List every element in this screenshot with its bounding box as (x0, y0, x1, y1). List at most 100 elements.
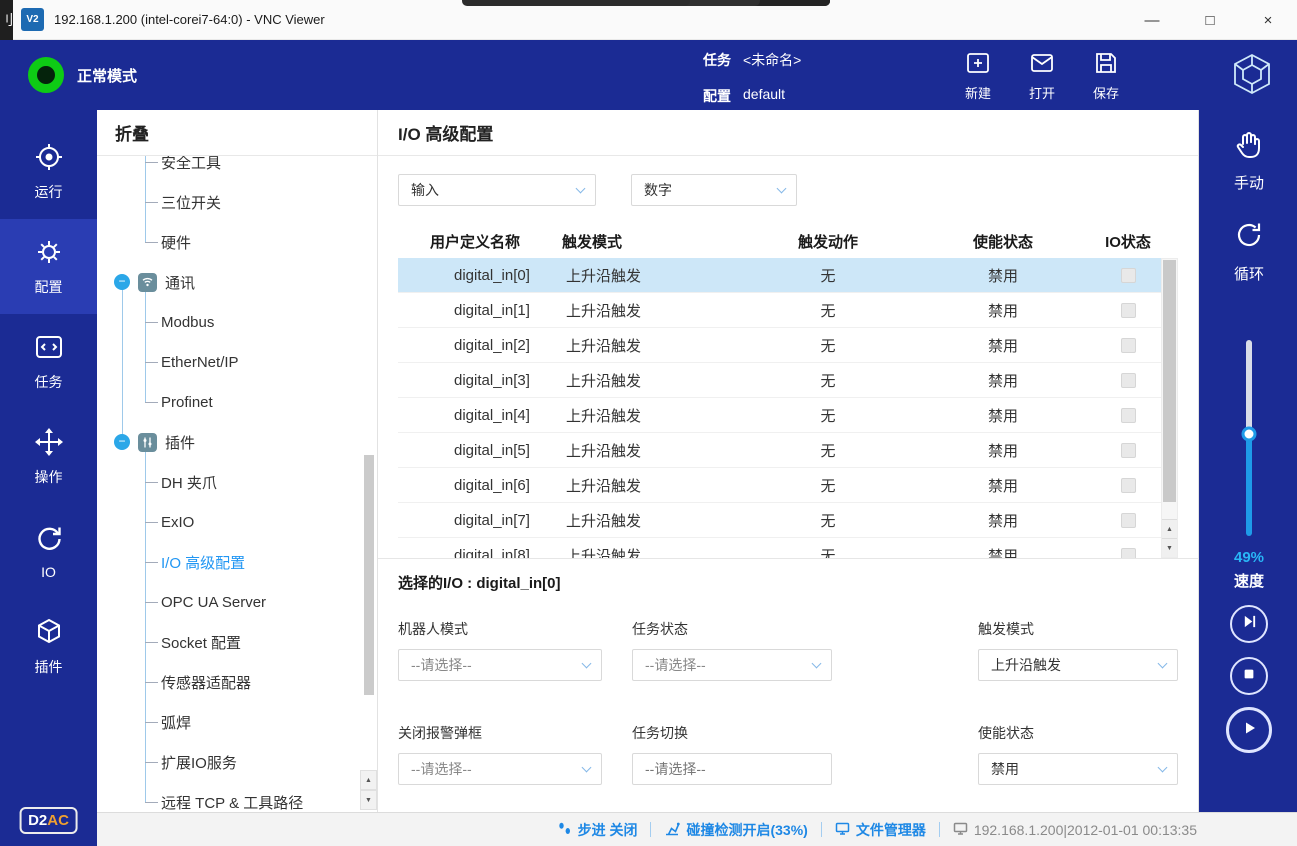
manual-mode-button[interactable]: 手动 (1233, 130, 1265, 193)
table-scroll-down-button[interactable]: ▼ (1162, 538, 1177, 557)
tree-item-safety-tools[interactable]: 安全工具 (97, 156, 377, 182)
enable-state-select[interactable]: 禁用 (978, 753, 1178, 785)
step-status[interactable]: 步进 关闭 (557, 820, 638, 840)
right-control-bar: 手动 循环 49% 速度 (1199, 110, 1297, 812)
table-row[interactable]: digital_in[0] 上升沿触发 无 禁用 (398, 258, 1161, 293)
open-button[interactable]: 打开 (1029, 50, 1055, 102)
sidebar-item-operate[interactable]: 操作 (0, 409, 97, 504)
tree-item-plugins-group[interactable]: − 插件 (97, 422, 377, 462)
task-switch-input[interactable] (632, 753, 832, 785)
io-state-checkbox[interactable] (1121, 373, 1136, 388)
sidebar-item-io[interactable]: IO (0, 504, 97, 599)
trigger-mode-select[interactable]: 上升沿触发 (978, 649, 1178, 681)
tree-item-arc-welding[interactable]: 弧焊 (97, 702, 377, 742)
collision-detection-status[interactable]: 碰撞检测开启(33%) (664, 820, 807, 840)
tree-scroll-down-button[interactable]: ▼ (360, 790, 377, 810)
sidebar-item-task[interactable]: 任务 (0, 314, 97, 409)
save-button[interactable]: 保存 (1093, 50, 1119, 102)
table-row[interactable]: digital_in[7] 上升沿触发 无 禁用 (398, 503, 1161, 538)
plugin-sliders-icon (138, 433, 157, 452)
table-row[interactable]: digital_in[5] 上升沿触发 无 禁用 (398, 433, 1161, 468)
config-tree-panel: 折叠 安全工具 三位开关 硬件 − (97, 110, 378, 812)
speed-slider[interactable] (1246, 340, 1252, 536)
tree-item-profinet[interactable]: Profinet (97, 382, 377, 422)
io-state-checkbox[interactable] (1121, 513, 1136, 528)
minimize-button[interactable]: — (1123, 0, 1181, 40)
table-scroll-up-button[interactable]: ▲ (1162, 519, 1177, 538)
section-divider (378, 558, 1198, 559)
speed-label: 速度 (1234, 570, 1264, 591)
collapse-node-icon[interactable]: − (114, 434, 130, 450)
speed-slider-thumb[interactable] (1242, 427, 1257, 442)
sidebar-item-label: 插件 (35, 657, 63, 677)
table-row[interactable]: digital_in[1] 上升沿触发 无 禁用 (398, 293, 1161, 328)
tree-scroll-up-button[interactable]: ▲ (360, 770, 377, 790)
task-label: 任务 (703, 50, 731, 70)
status-bar: 步进 关闭 碰撞检测开启(33%) 文件管理器 19 (97, 812, 1297, 846)
close-alarm-select[interactable]: --请选择-- (398, 753, 602, 785)
io-state-checkbox[interactable] (1121, 408, 1136, 423)
sidebar-item-config[interactable]: 配置 (0, 219, 97, 314)
gear-icon (34, 237, 64, 270)
tree-item-extended-io-service[interactable]: 扩展IO服务 (97, 742, 377, 782)
io-state-checkbox[interactable] (1121, 548, 1136, 559)
maximize-button[interactable]: □ (1181, 0, 1239, 40)
tree-item-communication[interactable]: − 通讯 (97, 262, 377, 302)
io-table: 用户定义名称 触发模式 触发动作 使能状态 IO状态 digital_in[0]… (398, 224, 1178, 558)
config-label: 配置 (703, 86, 731, 106)
io-state-checkbox[interactable] (1121, 303, 1136, 318)
tree-item-dh-gripper[interactable]: DH 夹爪 (97, 462, 377, 502)
sidebar-item-plugin[interactable]: 插件 (0, 599, 97, 694)
io-state-checkbox[interactable] (1121, 338, 1136, 353)
table-scrollbar-thumb[interactable] (1163, 260, 1176, 502)
io-direction-select[interactable]: 输入 (398, 174, 596, 206)
collapse-panel-title[interactable]: 折叠 (97, 110, 377, 156)
step-forward-button[interactable] (1230, 605, 1268, 643)
vnc-titlebar: 刂 V2 192.168.1.200 (intel-corei7-64:0) -… (0, 0, 1297, 40)
tree-item-remote-tcp-toolpath[interactable]: 远程 TCP & 工具路径 (97, 782, 377, 812)
mode-label: 正常模式 (77, 65, 137, 86)
new-button[interactable]: 新建 (965, 50, 991, 102)
play-button[interactable] (1226, 707, 1272, 753)
cube-icon (34, 617, 64, 650)
table-row[interactable]: digital_in[3] 上升沿触发 无 禁用 (398, 363, 1161, 398)
cycle-mode-button[interactable]: 循环 (1233, 219, 1265, 284)
move-arrows-icon (34, 427, 64, 460)
robot-mode-label: 机器人模式 (398, 619, 602, 639)
io-state-checkbox[interactable] (1121, 443, 1136, 458)
open-icon (1029, 50, 1055, 79)
table-row[interactable]: digital_in[4] 上升沿触发 无 禁用 (398, 398, 1161, 433)
tree-item-socket-config[interactable]: Socket 配置 (97, 622, 377, 662)
stop-button[interactable] (1230, 657, 1268, 695)
app-header: 正常模式 任务 <未命名> 配置 default 新建 打开 保 (0, 40, 1297, 110)
stop-icon (1242, 667, 1256, 686)
d2ac-logo: D2AC (19, 807, 78, 834)
table-row[interactable]: digital_in[2] 上升沿触发 无 禁用 (398, 328, 1161, 363)
io-state-checkbox[interactable] (1121, 478, 1136, 493)
table-row[interactable]: digital_in[8] 上升沿触发 无 禁用 (398, 538, 1161, 558)
tree-item-sensor-adapter[interactable]: 传感器适配器 (97, 662, 377, 702)
tree-item-hardware[interactable]: 硬件 (97, 222, 377, 262)
table-scrollbar[interactable]: ▲ ▼ (1161, 258, 1178, 558)
task-value: <未命名> (743, 50, 801, 70)
sidebar-item-run[interactable]: 运行 (0, 124, 97, 219)
close-button[interactable]: × (1239, 0, 1297, 40)
tree-item-exio[interactable]: ExIO (97, 502, 377, 542)
tree-scrollbar-thumb[interactable] (364, 455, 374, 695)
code-icon (34, 332, 64, 365)
io-state-checkbox[interactable] (1121, 268, 1136, 283)
tree-item-modbus[interactable]: Modbus (97, 302, 377, 342)
background-window-fragment: 刂 (0, 0, 13, 40)
io-type-select[interactable]: 数字 (631, 174, 797, 206)
tree-item-three-position-switch[interactable]: 三位开关 (97, 182, 377, 222)
collapse-node-icon[interactable]: − (114, 274, 130, 290)
tree-item-ethernet-ip[interactable]: EtherNet/IP (97, 342, 377, 382)
tree-item-opc-ua-server[interactable]: OPC UA Server (97, 582, 377, 622)
tree-item-io-advanced-config[interactable]: I/O 高级配置 (97, 542, 377, 582)
task-state-select[interactable]: --请选择-- (632, 649, 832, 681)
file-manager-button[interactable]: 文件管理器 (835, 820, 926, 840)
table-row[interactable]: digital_in[6] 上升沿触发 无 禁用 (398, 468, 1161, 503)
robot-mode-select[interactable]: --请选择-- (398, 649, 602, 681)
vnc-toolbar-strip[interactable] (462, 0, 830, 6)
trigger-mode-label: 触发模式 (978, 619, 1178, 639)
